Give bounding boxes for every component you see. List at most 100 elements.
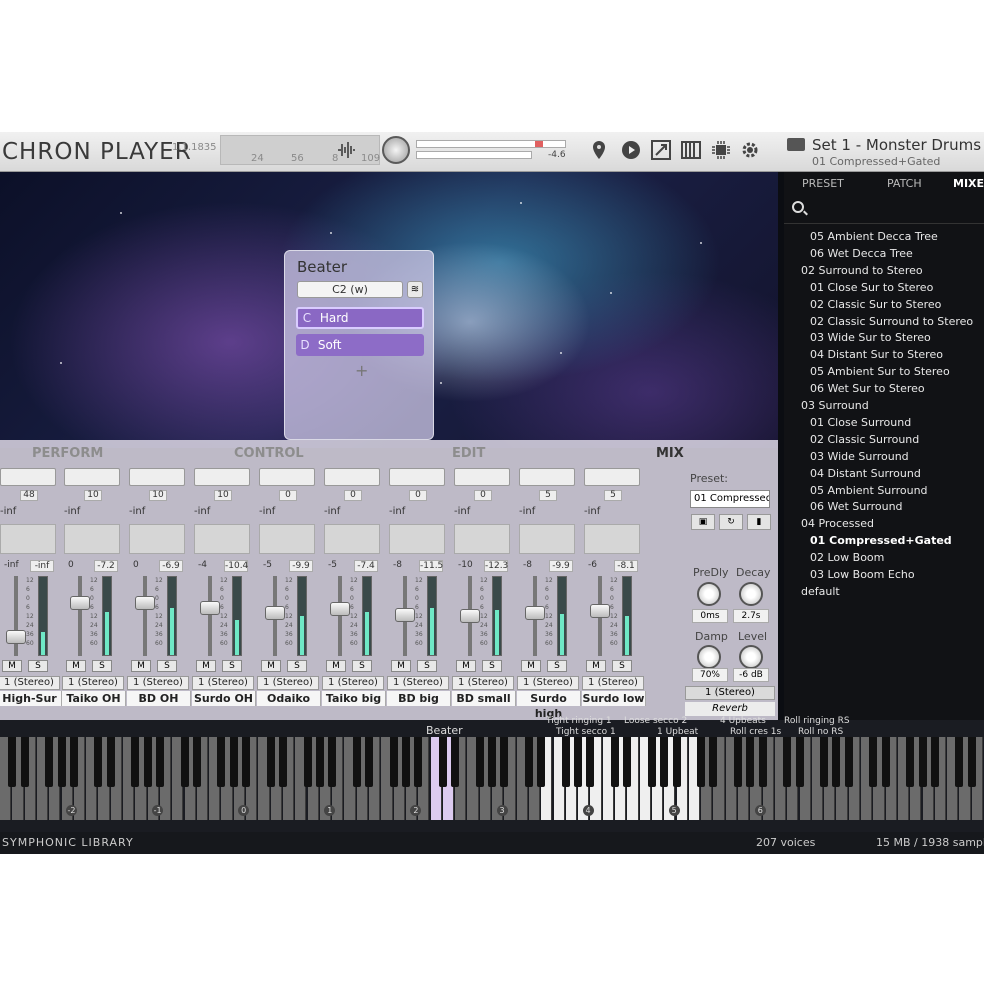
send-value[interactable]: 0 xyxy=(409,490,427,501)
articulation-item-soft[interactable]: D Soft xyxy=(296,334,424,356)
output-select[interactable]: 1 (Stereo) xyxy=(257,676,319,690)
black-key[interactable] xyxy=(709,737,718,787)
black-key[interactable] xyxy=(524,737,533,787)
send-value[interactable]: 0 xyxy=(279,490,297,501)
black-key[interactable] xyxy=(697,737,706,787)
layers-icon[interactable]: ≋ xyxy=(407,281,423,298)
eq-curve[interactable] xyxy=(259,468,315,486)
black-key[interactable] xyxy=(278,737,287,787)
tab-perform[interactable]: PERFORM xyxy=(32,446,103,461)
set-name[interactable]: Set 1 - Monster Drums xyxy=(812,136,981,154)
solo-button[interactable]: S xyxy=(417,660,437,672)
mute-button[interactable]: M xyxy=(131,660,151,672)
mute-button[interactable]: M xyxy=(261,660,281,672)
tree-item[interactable]: 03 Wide Surround xyxy=(810,450,909,463)
mute-button[interactable]: M xyxy=(66,660,86,672)
black-key[interactable] xyxy=(647,737,656,787)
send-level[interactable]: -inf xyxy=(454,506,470,517)
black-key[interactable] xyxy=(143,737,152,787)
tab-preset[interactable]: PRESET xyxy=(802,177,844,190)
tree-item[interactable]: 03 Low Boom Echo xyxy=(810,568,915,581)
black-key[interactable] xyxy=(660,737,669,787)
tree-item[interactable]: 04 Distant Sur to Stereo xyxy=(810,348,943,361)
black-key[interactable] xyxy=(930,737,939,787)
black-key[interactable] xyxy=(795,737,804,787)
output-select[interactable]: 1 (Stereo) xyxy=(192,676,254,690)
damp-knob[interactable] xyxy=(697,645,721,669)
black-key[interactable] xyxy=(906,737,915,787)
black-key[interactable] xyxy=(918,737,927,787)
stereo-width-control[interactable] xyxy=(519,524,575,554)
volume-fader[interactable] xyxy=(460,609,480,623)
volume-fader[interactable] xyxy=(330,602,350,616)
tree-item[interactable]: 04 Distant Surround xyxy=(810,467,921,480)
tab-edit[interactable]: EDIT xyxy=(452,446,485,461)
mute-button[interactable]: M xyxy=(2,660,22,672)
tree-item[interactable]: 01 Compressed+Gated xyxy=(810,534,952,547)
search-icon[interactable] xyxy=(792,201,804,213)
black-key[interactable] xyxy=(303,737,312,787)
output-select[interactable]: 1 (Stereo) xyxy=(322,676,384,690)
black-key[interactable] xyxy=(623,737,632,787)
mute-button[interactable]: M xyxy=(521,660,541,672)
tree-item[interactable]: 02 Classic Sur to Stereo xyxy=(810,298,941,311)
tree-item[interactable]: 06 Wet Surround xyxy=(810,500,903,513)
master-volume-knob[interactable] xyxy=(382,136,410,164)
send-value[interactable]: 10 xyxy=(214,490,232,501)
tree-item[interactable]: 02 Classic Surround xyxy=(810,433,919,446)
decay-knob[interactable] xyxy=(739,582,763,606)
refresh-icon[interactable]: ↻ xyxy=(719,514,743,530)
tree-item[interactable]: 06 Wet Sur to Stereo xyxy=(810,382,925,395)
eq-curve[interactable] xyxy=(194,468,250,486)
stereo-width-control[interactable] xyxy=(64,524,120,554)
level-knob[interactable] xyxy=(739,645,763,669)
black-key[interactable] xyxy=(69,737,78,787)
tab-mixer[interactable]: MIXER xyxy=(953,177,984,190)
add-articulation-button[interactable]: + xyxy=(355,361,368,380)
black-key[interactable] xyxy=(131,737,140,787)
send-value[interactable]: 5 xyxy=(539,490,557,501)
send-level[interactable]: -inf xyxy=(584,506,600,517)
piano-icon[interactable] xyxy=(680,140,702,162)
black-key[interactable] xyxy=(561,737,570,787)
black-key[interactable] xyxy=(8,737,17,787)
black-key[interactable] xyxy=(45,737,54,787)
send-level[interactable]: -inf xyxy=(0,506,16,517)
tab-control[interactable]: CONTROL xyxy=(234,446,304,461)
black-key[interactable] xyxy=(242,737,250,787)
mute-button[interactable]: M xyxy=(391,660,411,672)
stereo-width-control[interactable] xyxy=(129,524,185,554)
mute-button[interactable]: M xyxy=(456,660,476,672)
black-key[interactable] xyxy=(574,737,583,787)
tree-item[interactable]: 02 Low Boom xyxy=(810,551,884,564)
black-key[interactable] xyxy=(315,737,324,787)
mute-button[interactable]: M xyxy=(586,660,606,672)
stereo-width-control[interactable] xyxy=(389,524,445,554)
black-key[interactable] xyxy=(414,737,423,787)
black-key[interactable] xyxy=(844,737,853,787)
black-key[interactable] xyxy=(734,737,742,787)
volume-fader[interactable] xyxy=(200,601,220,615)
black-key[interactable] xyxy=(832,737,841,787)
black-key[interactable] xyxy=(611,737,619,787)
output-select[interactable]: 1 (Stereo) xyxy=(452,676,514,690)
output-select[interactable]: 1 (Stereo) xyxy=(387,676,449,690)
stereo-width-control[interactable] xyxy=(454,524,510,554)
solo-button[interactable]: S xyxy=(482,660,502,672)
tree-folder[interactable]: 03 Surround xyxy=(801,399,869,412)
solo-button[interactable]: S xyxy=(92,660,112,672)
black-key[interactable] xyxy=(217,737,226,787)
reverb-preset-select[interactable]: 01 Compressed xyxy=(690,490,770,508)
black-key[interactable] xyxy=(500,737,509,787)
solo-button[interactable]: S xyxy=(222,660,242,672)
send-value[interactable]: 10 xyxy=(84,490,102,501)
send-level[interactable]: -inf xyxy=(259,506,275,517)
tree-item[interactable]: 02 Classic Surround to Stereo xyxy=(810,315,973,328)
black-key[interactable] xyxy=(20,737,29,787)
volume-fader[interactable] xyxy=(265,606,285,620)
piano-keyboard[interactable]: -2 -1 0 1 2 3 4 5 6 xyxy=(0,737,984,820)
stereo-width-control[interactable] xyxy=(194,524,250,554)
tree-folder[interactable]: default xyxy=(801,585,840,598)
articulation-item-hard[interactable]: C Hard xyxy=(296,307,424,329)
black-key[interactable] xyxy=(746,737,755,787)
